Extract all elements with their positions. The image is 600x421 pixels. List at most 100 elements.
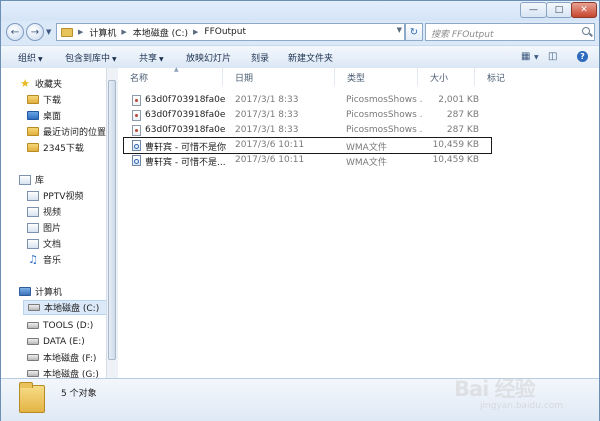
recent-pages-dropdown[interactable]: ▼ (46, 28, 54, 36)
column-header-label: 日期 (235, 73, 254, 84)
chevron-down-icon[interactable]: ▼ (534, 54, 539, 61)
column-header-size[interactable]: 大小 (418, 68, 475, 86)
table-row[interactable]: 63d0f703918fa0e... 2017/3/1 8:33 Picosmo… (124, 123, 600, 138)
nav-item-drive-c[interactable]: 本地磁盘 (C:) (23, 300, 106, 315)
breadcrumb-ffoutput[interactable]: FFOutput (204, 27, 246, 37)
file-type: PicosmosShows ... (346, 110, 422, 120)
organize-button[interactable]: 组织 ▼ (18, 51, 43, 64)
nav-item-documents[interactable]: 文档 (27, 236, 106, 251)
nav-item-label: 视频 (43, 208, 62, 218)
file-name: 63d0f703918fa0e... (145, 125, 225, 135)
address-dropdown-icon[interactable]: ▼ (397, 26, 402, 34)
view-options-icon[interactable]: ▦ (521, 51, 530, 62)
watermark: Bai 经验 jingyan.baidu.com (454, 373, 594, 417)
explorer-window: — □ ✕ ← → ▼ ▶ 计算机 ▶ 本地磁盘 (C:) ▶ FFOutput… (0, 0, 600, 421)
chevron-down-icon: ▼ (159, 56, 164, 63)
preview-pane-icon[interactable]: ◫ (548, 51, 557, 62)
minimize-button[interactable]: — (520, 2, 547, 18)
nav-item-label: 桌面 (43, 112, 62, 122)
nav-item-drive-g[interactable]: 本地磁盘 (G:) (27, 366, 106, 378)
include-in-library-button[interactable]: 包含到库中 ▼ (65, 51, 117, 64)
nav-item-desktop[interactable]: 桌面 (27, 108, 106, 123)
title-bar: — □ ✕ (1, 1, 599, 21)
drive-icon (27, 338, 39, 345)
drive-icon (27, 322, 39, 329)
include-in-library-label: 包含到库中 (65, 54, 111, 64)
search-icon[interactable] (582, 27, 590, 35)
file-icon (132, 125, 141, 136)
nav-item-music[interactable]: ♫ 音乐 (27, 252, 106, 267)
close-button[interactable]: ✕ (571, 2, 597, 18)
nav-item-drive-f[interactable]: 本地磁盘 (F:) (27, 350, 106, 365)
table-row[interactable]: 63d0f703918fa0e... 2017/3/1 8:33 Picosmo… (124, 93, 600, 108)
column-header-label: 标记 (487, 73, 506, 84)
column-header-label: 类型 (347, 73, 366, 84)
file-name: 曹轩宾 - 可惜不是你 (145, 143, 226, 153)
drive-icon (27, 370, 39, 377)
back-button[interactable]: ← (6, 23, 24, 41)
address-bar[interactable]: ▶ 计算机 ▶ 本地磁盘 (C:) ▶ FFOutput ▼ (56, 23, 405, 41)
file-date: 2017/3/6 10:11 (235, 155, 305, 165)
maximize-button[interactable]: □ (546, 2, 572, 18)
column-header-tags[interactable]: 标记 (475, 68, 535, 86)
chevron-down-icon: ▼ (46, 28, 52, 36)
file-type: PicosmosShows ... (346, 125, 422, 135)
breadcrumb-computer[interactable]: 计算机 (89, 26, 116, 39)
video-library-icon (27, 190, 39, 201)
nav-item-label: 图片 (43, 224, 62, 234)
nav-item-2345-downloads[interactable]: 2345下载 (27, 140, 106, 155)
scrollbar-thumb[interactable] (108, 80, 116, 360)
nav-item-pictures[interactable]: 图片 (27, 220, 106, 235)
search-input[interactable]: 搜索 FFOutput (425, 23, 595, 41)
audio-file-icon (132, 155, 141, 166)
column-header-type[interactable]: 类型 (335, 68, 418, 86)
help-icon[interactable]: ? (577, 51, 588, 62)
file-icon (132, 95, 141, 106)
navigation-scrollbar[interactable] (106, 68, 118, 378)
music-icon: ♫ (28, 253, 38, 266)
share-button[interactable]: 共享 ▼ (139, 51, 164, 64)
nav-item-downloads[interactable]: 下载 (27, 92, 106, 107)
table-row[interactable]: 63d0f703918fa0e... 2017/3/1 8:33 Picosmo… (124, 108, 600, 123)
arrow-left-icon: ← (10, 26, 20, 38)
documents-library-icon (27, 238, 39, 249)
file-type: PicosmosShows ... (346, 95, 422, 105)
nav-computer[interactable]: 计算机 (19, 284, 106, 299)
nav-item-drive-d[interactable]: TOOLS (D:) (27, 318, 106, 333)
chevron-right-icon[interactable]: ▶ (121, 28, 126, 36)
forward-button[interactable]: → (26, 23, 44, 41)
nav-item-recent-places[interactable]: 最近访问的位置 (27, 124, 106, 139)
column-header-name[interactable]: ▲ 名称 (118, 66, 223, 86)
nav-item-pptv-video[interactable]: PPTV视频 (27, 188, 106, 203)
file-date: 2017/3/1 8:33 (235, 110, 299, 120)
share-label: 共享 (139, 54, 158, 64)
file-type: WMA文件 (346, 143, 387, 153)
column-header-date[interactable]: 日期 (223, 68, 335, 86)
breadcrumb-drive-c[interactable]: 本地磁盘 (C:) (133, 26, 188, 39)
nav-item-drive-e[interactable]: DATA (E:) (27, 334, 106, 349)
desktop-icon (27, 111, 39, 120)
nav-item-videos[interactable]: 视频 (27, 204, 106, 219)
chevron-right-icon[interactable]: ▶ (78, 28, 83, 36)
burn-button[interactable]: 刻录 (251, 51, 269, 64)
file-date: 2017/3/6 10:11 (235, 140, 305, 150)
nav-libraries[interactable]: 库 (19, 172, 106, 187)
refresh-icon: ↻ (409, 26, 419, 38)
table-row[interactable]: 曹轩宾 - 可惜不是... 2017/3/6 10:11 WMA文件 10,45… (124, 153, 600, 168)
nav-item-label: 本地磁盘 (G:) (43, 370, 99, 378)
organize-label: 组织 (18, 54, 37, 64)
table-row-highlighted[interactable]: 曹轩宾 - 可惜不是你 2017/3/6 10:11 WMA文件 10,459 … (123, 137, 492, 154)
column-header-label: 大小 (430, 73, 449, 84)
file-size: 10,459 KB (432, 155, 479, 165)
refresh-button[interactable]: ↻ (405, 23, 423, 41)
chevron-right-icon[interactable]: ▶ (193, 28, 198, 36)
folder-icon (27, 143, 39, 152)
nav-item-label: 文档 (43, 240, 62, 250)
slideshow-button[interactable]: 放映幻灯片 (186, 51, 231, 64)
nav-favorites[interactable]: ★ 收藏夹 (19, 76, 106, 91)
new-folder-button[interactable]: 新建文件夹 (288, 51, 333, 64)
file-size: 10,459 KB (432, 140, 479, 150)
file-name: 曹轩宾 - 可惜不是... (145, 158, 225, 168)
nav-item-label: PPTV视频 (43, 192, 84, 202)
nav-item-label: 本地磁盘 (F:) (43, 354, 97, 364)
